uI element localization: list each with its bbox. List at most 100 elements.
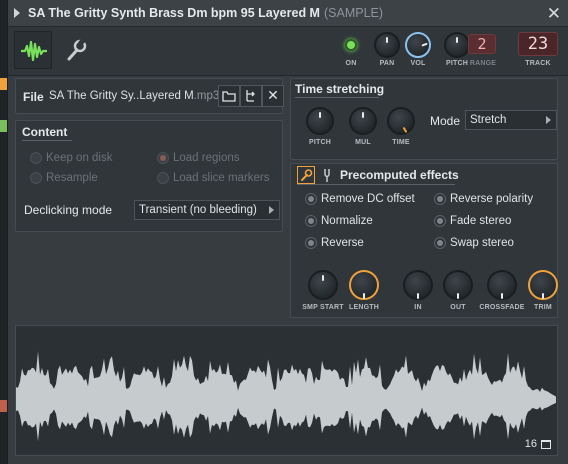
normalize-radio[interactable] bbox=[305, 215, 317, 227]
folder-icon bbox=[222, 91, 236, 102]
audio-waveform bbox=[16, 351, 556, 442]
stretch-mode-dropdown[interactable]: Stretch bbox=[465, 110, 557, 130]
wrench-icon bbox=[67, 38, 87, 61]
window-title-suffix: (SAMPLE) bbox=[323, 6, 384, 20]
channel-color-marker bbox=[0, 400, 7, 412]
settings-tab[interactable] bbox=[60, 35, 90, 65]
volume-knob[interactable] bbox=[405, 32, 431, 58]
channel-settings-window: SA The Gritty Synth Brass Dm bpm 95 Laye… bbox=[7, 0, 568, 464]
pitch-range-display[interactable]: 2 bbox=[468, 34, 496, 54]
time-stretching-panel: Time stretching PITCH MUL TIME Mode Stre… bbox=[290, 78, 558, 160]
waveform-shape bbox=[16, 351, 556, 442]
load-slice-markers-option[interactable]: Load slice markers bbox=[157, 172, 270, 184]
fade-in-knob[interactable] bbox=[403, 270, 433, 300]
channel-on-led[interactable] bbox=[345, 39, 357, 51]
waveform-icon bbox=[21, 40, 47, 62]
zoom-icon bbox=[541, 439, 551, 449]
track-number-display[interactable]: 23 bbox=[518, 32, 558, 56]
waveform-display[interactable]: 16 bbox=[15, 325, 558, 456]
channel-color-marker bbox=[0, 78, 7, 90]
load-regions-option[interactable]: Load regions bbox=[157, 152, 240, 164]
precomputed-effects-title: Precomputed effects bbox=[340, 168, 459, 182]
fade-stereo-radio[interactable] bbox=[434, 215, 446, 227]
precomputed-effects-panel: Precomputed effects Remove DC offset Rev… bbox=[290, 163, 558, 318]
window-title: SA The Gritty Synth Brass Dm bpm 95 Laye… bbox=[28, 6, 320, 20]
window-menu-arrow-icon[interactable] bbox=[14, 8, 20, 18]
resample-radio[interactable] bbox=[30, 172, 42, 184]
file-name: SA The Gritty Sy..Layered M.mp3 bbox=[49, 90, 219, 102]
dropdown-arrow-icon bbox=[546, 116, 551, 124]
reverse-radio[interactable] bbox=[305, 237, 317, 249]
waveform-tab[interactable] bbox=[14, 31, 52, 69]
left-edge-strip bbox=[0, 0, 7, 464]
open-file-button[interactable] bbox=[218, 85, 240, 107]
fade-stereo-label: Fade stereo bbox=[450, 215, 512, 227]
trim-knob[interactable] bbox=[528, 270, 558, 300]
stretch-mode-value: Stretch bbox=[470, 114, 507, 126]
swap-stereo-radio[interactable] bbox=[434, 237, 446, 249]
stretch-pitch-knob[interactable] bbox=[306, 107, 334, 135]
effects-toggle-button[interactable] bbox=[297, 166, 315, 184]
stretch-time-knob[interactable] bbox=[387, 107, 415, 135]
channel-color-marker bbox=[0, 120, 7, 132]
reverse-polarity-radio[interactable] bbox=[434, 193, 446, 205]
zoom-value: 16 bbox=[524, 438, 537, 450]
on-label: ON bbox=[345, 60, 357, 67]
time-stretching-title: Time stretching bbox=[295, 82, 385, 96]
trim-label: TRIM bbox=[534, 304, 552, 311]
sample-start-label: SMP START bbox=[302, 304, 344, 311]
content-panel: Content Keep on disk Load regions Resamp… bbox=[15, 120, 283, 232]
locate-file-button[interactable] bbox=[240, 85, 262, 107]
stretch-mul-knob[interactable] bbox=[349, 107, 377, 135]
remove-dc-offset-label: Remove DC offset bbox=[321, 193, 415, 205]
reverse-option[interactable]: Reverse bbox=[305, 237, 364, 249]
file-label: File bbox=[23, 90, 44, 104]
toolbar: ON PAN VOL PITCH 2 RANGE 23 TRACK bbox=[8, 27, 568, 76]
file-extension: .mp3 bbox=[193, 90, 220, 102]
load-slice-markers-radio[interactable] bbox=[157, 172, 169, 184]
precomputed-effects-underline bbox=[297, 184, 455, 185]
clear-file-button[interactable]: ✕ bbox=[262, 85, 284, 107]
load-regions-radio[interactable] bbox=[157, 152, 169, 164]
time-stretching-underline bbox=[295, 97, 379, 98]
pan-label: PAN bbox=[379, 60, 395, 67]
title-bar[interactable]: SA The Gritty Synth Brass Dm bpm 95 Laye… bbox=[8, 0, 568, 27]
reverse-label: Reverse bbox=[321, 237, 364, 249]
declicking-mode-value: Transient (no bleeding) bbox=[139, 204, 257, 216]
fade-out-knob[interactable] bbox=[443, 270, 473, 300]
declicking-mode-dropdown[interactable]: Transient (no bleeding) bbox=[134, 200, 280, 220]
resample-option[interactable]: Resample bbox=[30, 172, 98, 184]
remove-dc-offset-radio[interactable] bbox=[305, 193, 317, 205]
crossfade-knob[interactable] bbox=[487, 270, 517, 300]
fade-stereo-option[interactable]: Fade stereo bbox=[434, 215, 511, 227]
resample-label: Resample bbox=[46, 172, 98, 184]
waveform-zoom-control[interactable]: 16 bbox=[525, 438, 551, 450]
keep-on-disk-option[interactable]: Keep on disk bbox=[30, 152, 113, 164]
length-knob[interactable] bbox=[349, 270, 379, 300]
pan-knob[interactable] bbox=[374, 32, 400, 58]
load-regions-label: Load regions bbox=[173, 152, 240, 164]
tree-icon bbox=[246, 90, 255, 102]
fade-in-label: IN bbox=[414, 304, 422, 311]
content-title-underline bbox=[22, 140, 72, 141]
content-title: Content bbox=[22, 125, 68, 139]
file-panel: File SA The Gritty Sy..Layered M.mp3 ✕ bbox=[15, 78, 284, 114]
pitch-knob[interactable] bbox=[444, 32, 470, 58]
keep-on-disk-radio[interactable] bbox=[30, 152, 42, 164]
keep-on-disk-label: Keep on disk bbox=[46, 152, 113, 164]
sample-start-knob[interactable] bbox=[308, 270, 338, 300]
crossfade-label: CROSSFADE bbox=[479, 304, 525, 311]
close-icon[interactable]: ✕ bbox=[547, 4, 561, 24]
reverse-polarity-option[interactable]: Reverse polarity bbox=[434, 193, 533, 205]
fade-out-label: OUT bbox=[450, 304, 466, 311]
stretch-time-label: TIME bbox=[392, 139, 410, 146]
length-label: LENGTH bbox=[349, 304, 379, 311]
range-label: RANGE bbox=[469, 60, 497, 67]
remove-dc-offset-option[interactable]: Remove DC offset bbox=[305, 193, 415, 205]
stretch-mul-label: MUL bbox=[355, 139, 371, 146]
mode-label: Mode bbox=[430, 114, 461, 128]
wrench-icon bbox=[301, 169, 313, 181]
dropdown-arrow-icon bbox=[269, 206, 274, 214]
swap-stereo-option[interactable]: Swap stereo bbox=[434, 237, 514, 249]
normalize-option[interactable]: Normalize bbox=[305, 215, 373, 227]
